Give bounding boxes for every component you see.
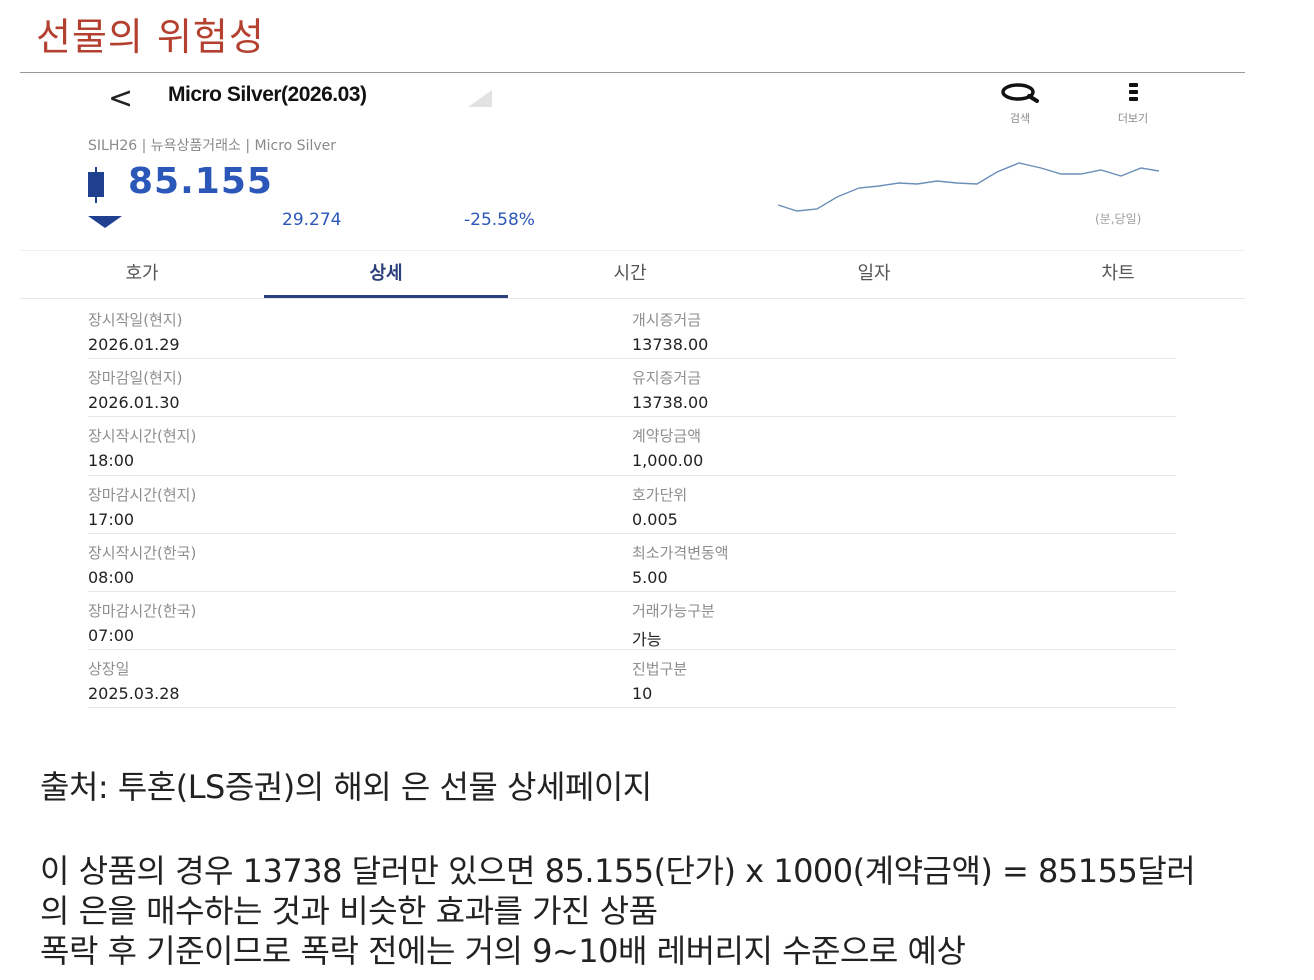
price-change-percent: -25.58% [464, 210, 535, 230]
detail-key: 진법구분 [632, 660, 688, 679]
detail-key: 개시증거금 [632, 311, 702, 329]
detail-value: 13738.00 [632, 335, 709, 354]
slide-title: 선물의 위험성 [36, 15, 265, 59]
detail-key: 최소가격변동액 [632, 543, 729, 562]
more-icon [1129, 83, 1138, 101]
product-title[interactable]: Micro Silver(2026.03) [168, 83, 367, 107]
detail-key: 계약당금액 [632, 427, 702, 446]
detail-value: 10 [632, 684, 653, 704]
detail-row: 장시작일(현지) 2026.01.29 개시증거금 13738.00 [88, 301, 1176, 360]
detail-key: 유지증거금 [632, 369, 702, 388]
tab-bar: 호가 상세 시간 일자 차트 [20, 251, 1245, 299]
candle-icon [88, 167, 104, 203]
detail-value: 1,000.00 [632, 451, 704, 471]
detail-value: 07:00 [88, 625, 135, 645]
detail-cell: 장시작시간(현지) 18:00 [88, 417, 632, 474]
detail-cell: 진법구분 10 [632, 650, 1176, 707]
detail-key: 장시작일(현지) [88, 311, 183, 329]
detail-cell: 상장일 2025.03.28 [88, 650, 632, 707]
detail-table: 장시작일(현지) 2026.01.29 개시증거금 13738.00 장마감일(… [88, 301, 1176, 709]
tab-chart[interactable]: 차트 [996, 251, 1240, 298]
detail-key: 거래가능구분 [632, 601, 715, 620]
detail-value: 가능 [632, 629, 662, 649]
down-arrow-icon [88, 216, 122, 228]
detail-row: 장마감일(현지) 2026.01.30 유지증거금 13738.00 [88, 359, 1176, 418]
tab-detail[interactable]: 상세 [264, 251, 508, 298]
detail-cell: 장시작시간(한국) 08:00 [88, 534, 632, 591]
detail-row: 장시작시간(한국) 08:00 최소가격변동액 5.00 [88, 534, 1176, 592]
detail-value: 0.005 [632, 509, 678, 529]
detail-key: 상장일 [88, 660, 130, 679]
detail-key: 장마감일(현지) [88, 369, 183, 388]
more-label: 더보기 [1117, 112, 1149, 125]
detail-key: 장시작시간(현지) [88, 427, 197, 446]
detail-row: 상장일 2025.03.28 진법구분 10 [88, 650, 1176, 709]
product-sub-info: SILH26 | 뉴욕상품거래소 | Micro Silver [88, 138, 337, 154]
detail-value: 2026.01.29 [88, 335, 180, 354]
detail-value: 2026.01.30 [88, 393, 180, 413]
price-change: 29.274 [282, 210, 342, 230]
app-screenshot: < Micro Silver(2026.03) 검색 더보기 SILH26 | … [20, 73, 1245, 713]
explanation-line-3: 폭락 후 기준이므로 폭락 전에는 거의 9~10배 레버리지 수준으로 예상 [40, 932, 966, 970]
tab-daily[interactable]: 일자 [752, 251, 996, 298]
detail-cell: 유지증거금 13738.00 [632, 359, 1176, 416]
detail-key: 호가단위 [632, 485, 688, 504]
detail-cell: 장마감시간(한국) 07:00 [88, 592, 632, 649]
search-button[interactable]: 검색 [985, 82, 1055, 126]
detail-cell: 거래가능구분 가능 [632, 592, 1176, 649]
detail-cell: 장마감시간(현지) 17:00 [88, 476, 632, 533]
detail-row: 장마감시간(현지) 17:00 호가단위 0.005 [88, 476, 1176, 534]
sparkline-period-label: (분,당일) [1095, 212, 1142, 226]
detail-cell: 장마감일(현지) 2026.01.30 [88, 359, 632, 416]
more-button[interactable]: 더보기 [1098, 82, 1168, 126]
detail-cell: 계약당금액 1,000.00 [632, 417, 1176, 474]
current-price: 85.155 [128, 161, 273, 202]
source-caption: 출처: 투혼(LS증권)의 해외 은 선물 상세페이지 [40, 768, 652, 806]
detail-key: 장시작시간(한국) [88, 543, 197, 562]
detail-cell: 개시증거금 13738.00 [632, 301, 1176, 358]
search-label: 검색 [1009, 112, 1031, 125]
detail-key: 장마감시간(한국) [88, 601, 197, 620]
detail-value: 17:00 [88, 509, 135, 529]
back-button[interactable]: < [108, 81, 133, 116]
search-icon [1001, 83, 1039, 103]
detail-value: 08:00 [88, 567, 135, 587]
tab-time[interactable]: 시간 [508, 251, 752, 298]
detail-cell: 호가단위 0.005 [632, 476, 1176, 533]
detail-row: 장마감시간(한국) 07:00 거래가능구분 가능 [88, 592, 1176, 651]
detail-cell: 장시작일(현지) 2026.01.29 [88, 301, 632, 358]
detail-value: 5.00 [632, 567, 668, 587]
detail-key: 장마감시간(현지) [88, 485, 197, 504]
detail-row: 장시작시간(현지) 18:00 계약당금액 1,000.00 [88, 417, 1176, 476]
intraday-sparkline [777, 162, 1160, 212]
tab-orderbook[interactable]: 호가 [20, 251, 264, 298]
detail-cell: 최소가격변동액 5.00 [632, 534, 1176, 591]
detail-value: 2025.03.28 [88, 684, 180, 704]
detail-value: 18:00 [88, 451, 135, 471]
detail-value: 13738.00 [632, 393, 709, 413]
dropdown-corner-icon[interactable] [468, 90, 492, 107]
